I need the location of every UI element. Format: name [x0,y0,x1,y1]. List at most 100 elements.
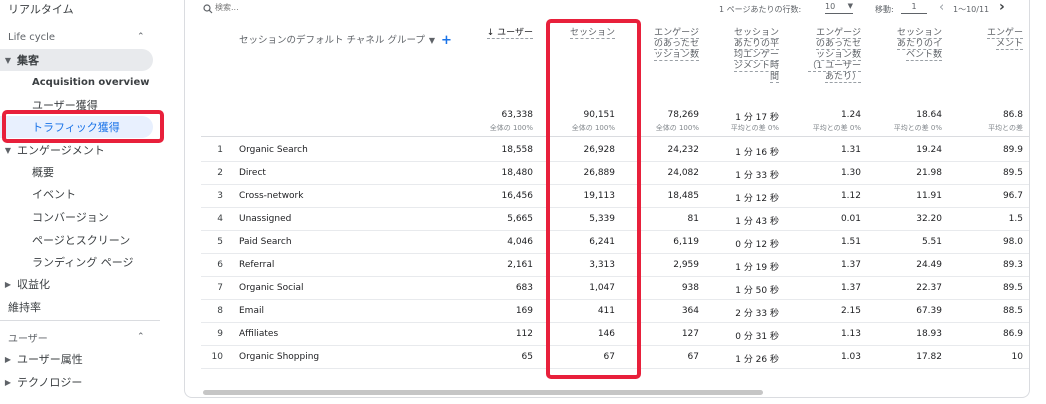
column-header-label: ↓ ユーザー [486,28,533,39]
dropdown-arrow-icon[interactable]: ▼ [429,36,435,45]
table-row[interactable]: 2 Direct 18,480 26,889 24,082 1 分 33 秒 1.30 21.… [201,162,1029,185]
dimension-header-label: セッションのデフォルト チャネル グループ [239,35,425,46]
expand-arrow-icon: ▶ [4,279,12,289]
table-cell: 411 [597,306,615,316]
column-total: 63,338 [501,110,534,120]
row-channel-name: Email [239,306,264,316]
sidebar-item-retention[interactable]: 維持率 [0,296,41,318]
sidebar-section-label: ユーザー [8,333,48,345]
table-cell: 1 分 19 秒 [735,263,779,273]
table-toolbar: 1 ページあたりの行数: 10 ▼ 移動: 1 ‹ 1〜10/11 › [185,0,1029,22]
table-cell: 96.7 [1002,191,1023,201]
row-index: 2 [217,168,223,178]
add-dimension-icon[interactable]: + [441,33,452,48]
table-cell: 0 分 12 秒 [735,240,779,250]
table-cell: 81 [687,214,699,224]
sidebar-item-realtime[interactable]: リアルタイム [0,0,74,20]
column-header-label: セッション [569,28,615,39]
column-header-label: セッション [896,28,942,39]
table-cell: 169 [515,306,533,316]
sidebar-section-label: Life cycle [8,31,56,43]
table-cell: 89.5 [1002,283,1023,293]
table-row[interactable]: 1 Organic Search 18,558 26,928 24,232 1 分 16 … [201,139,1029,162]
page-range-label: 1〜10/11 [953,5,990,14]
sidebar-item-acquisition[interactable]: ▼ 集客 [0,49,153,71]
sidebar-item-label: リアルタイム [8,3,74,16]
rows-per-page-select[interactable]: 10 ▼ [825,2,853,14]
table-row[interactable]: 10 Organic Shopping 65 67 67 1 分 26 秒 1.03 17.8… [201,346,1029,369]
table-cell: 4,046 [507,237,533,247]
table-row[interactable]: 4 Unassigned 5,665 5,339 81 1 分 43 秒 0.01 32.20… [201,208,1029,231]
row-index: 8 [217,306,223,316]
row-channel-name: Organic Search [239,145,308,155]
table-cell: 1.31 [840,145,861,155]
dimension-column-header[interactable]: セッションのデフォルト チャネル グループ ▼ + [239,32,452,48]
row-index: 7 [217,283,223,293]
table-cell: 2 分 33 秒 [735,309,779,319]
column-header-label: ッション数 [815,50,861,61]
table-cell: 1 分 50 秒 [735,286,779,296]
row-index: 10 [211,352,223,362]
sidebar-item-label: 維持率 [8,301,41,314]
column-header[interactable]: セッション [545,28,615,39]
table-cell: 1 分 26 秒 [735,355,779,365]
column-total-subtext: 全体の 100% [571,124,615,132]
sidebar-item-user-attributes[interactable]: ▶ ユーザー属性 [0,348,83,370]
sidebar-item-user-acquisition[interactable]: ユーザー獲得 [0,94,98,116]
column-total: 1.24 [840,110,861,120]
table-row[interactable]: 3 Cross-network 16,456 19,113 18,485 1 分 12 秒… [201,185,1029,208]
horizontal-scrollbar[interactable] [203,390,763,395]
column-header-label: のあったセ [815,39,861,50]
table-row[interactable]: 6 Referral 2,161 3,313 2,959 1 分 19 秒 1.37 24.4… [201,254,1029,277]
table-row[interactable]: 5 Paid Search 4,046 6,241 6,119 0 分 12 秒 1.51 5… [201,231,1029,254]
search-input[interactable] [215,3,415,12]
table-cell: 1 分 16 秒 [735,148,779,158]
sidebar-item-acquisition-overview[interactable]: Acquisition overview [0,71,150,93]
sidebar-nav: リアルタイム Life cycle ⌃ ▼ 集客 Acquisition ove… [0,0,160,404]
column-header-label: 間 [769,72,779,83]
table-cell: 19.24 [916,145,942,155]
rows-per-page-value: 10 [825,2,836,11]
expand-arrow-icon: ▶ [4,377,12,387]
table-cell: 0 分 31 秒 [735,332,779,342]
sidebar-item-conversions[interactable]: コンバージョン [0,206,109,228]
column-total: 90,151 [583,110,616,120]
sidebar-item-monetization[interactable]: ▶ 収益化 [0,273,50,295]
table-row[interactable]: 9 Affiliates 112 146 127 0 分 31 秒 1.13 18.93 86.… [201,323,1029,346]
column-header-label: （1 ユーザー [807,61,861,72]
row-channel-name: Unassigned [239,214,292,224]
sidebar-item-traffic-acquisition[interactable]: トラフィック獲得 [0,116,153,138]
column-header[interactable]: エンゲージ のあったセ ッション数 （1 ユーザー あたり） [791,28,861,83]
prev-page-icon[interactable]: ‹ [939,0,944,15]
table-cell: 5.51 [921,237,942,247]
table-cell: 24.49 [916,260,942,270]
table-cell: 1.13 [840,329,861,339]
table-row[interactable]: 8 Email 169 411 364 2 分 33 秒 2.15 67.39 88.5 [201,300,1029,323]
sidebar-item-engagement[interactable]: ▼ エンゲージメント [0,139,105,161]
column-total: 18.64 [916,110,942,120]
column-header[interactable]: エンゲージ のあったセ ッション数 [629,28,699,61]
sidebar-item-pages-screens[interactable]: ページとスクリーン [0,229,130,251]
sidebar-item-technology[interactable]: ▶ テクノロジー [0,371,82,393]
table-cell: 364 [681,306,699,316]
column-header[interactable]: ↓ ユーザー [463,28,533,39]
sidebar-item-events[interactable]: イベント [0,183,76,205]
sidebar-section-lifecycle[interactable]: Life cycle ⌃ [0,26,160,48]
column-header-label: ベント数 [905,50,942,61]
row-index: 3 [217,191,223,201]
search-icon [203,4,213,14]
table-cell: 24,082 [667,168,700,178]
sidebar-item-landing-page[interactable]: ランディング ページ [0,251,134,273]
table-cell: 18,480 [501,168,534,178]
table-row[interactable]: 7 Organic Social 683 1,047 938 1 分 50 秒 1.37 22… [201,277,1029,300]
table-cell: 1.5 [1008,214,1023,224]
column-header[interactable]: エンゲー メント [953,28,1023,50]
column-total: 1 分 17 秒 [735,113,779,123]
next-page-icon[interactable]: › [999,0,1005,15]
sidebar-section-user[interactable]: ユーザー ⌃ [0,326,160,348]
column-header[interactable]: セッション あたりのイ ベント数 [872,28,942,61]
table-cell: 3,313 [589,260,615,270]
sidebar-item-engagement-overview[interactable]: 概要 [0,161,54,183]
go-to-page-input[interactable]: 1 [901,2,927,14]
column-header[interactable]: セッション あたりの平 均エンゲー ジメント時間 [709,28,779,83]
